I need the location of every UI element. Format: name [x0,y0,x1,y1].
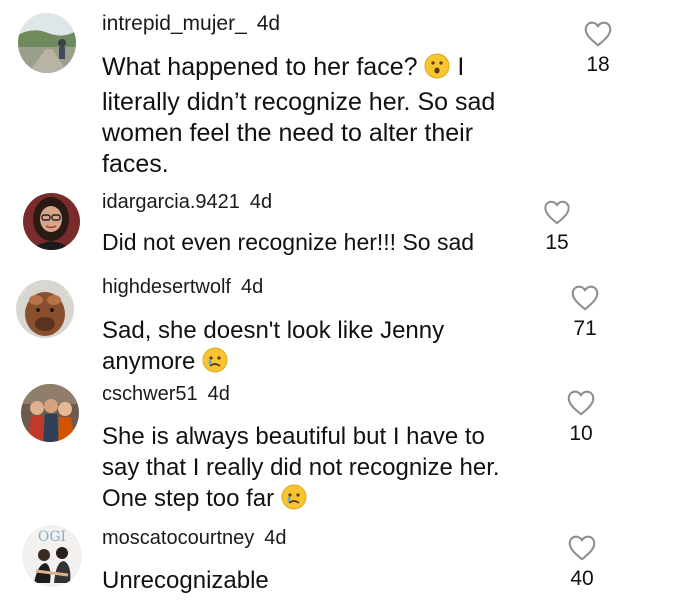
like-control[interactable]: 10 [536,389,626,446]
crying-face-emoji [202,347,228,381]
like-control[interactable]: 15 [512,199,602,255]
username-link[interactable]: cschwer51 [102,383,198,405]
timestamp: 4d [207,383,230,405]
like-control[interactable]: 18 [553,20,643,77]
like-count: 40 [570,567,594,590]
comment-item: highdesertwolf 4d Sad, she doesn't look l… [0,267,680,377]
heart-icon[interactable] [537,534,627,561]
comment-text: Sad, she doesn't look like Jenny anymore [102,315,444,381]
comment-meta: intrepid_mujer_ 4d [102,12,280,36]
timestamp: 4d [249,191,273,213]
comment-meta: moscatocourtney 4d [102,527,287,550]
avatar-text: OGI [38,529,66,545]
avatar[interactable] [18,13,76,73]
comment-text: She is always beautiful but I have to sa… [102,421,500,518]
username-link[interactable]: idargarcia.9421 [102,191,240,213]
username-link[interactable]: intrepid_mujer_ [102,12,247,35]
like-count: 71 [573,317,597,340]
timestamp: 4d [264,527,287,549]
hushed-face-emoji [424,53,450,87]
heart-icon[interactable] [536,389,626,416]
heart-icon[interactable] [553,20,643,47]
comment-meta: cschwer51 4d [102,383,230,406]
comment-item: cschwer51 4d She is always beautiful but … [0,377,680,515]
comment-text: Unrecognizable [102,567,269,594]
timestamp: 4d [256,12,281,35]
avatar[interactable] [23,193,80,250]
comment-item: idargarcia.9421 4d Did not even recognize… [0,185,680,267]
comment-text: Did not even recognize her!!! So sad [102,229,475,255]
crying-face-emoji [281,484,307,518]
heart-icon[interactable] [540,284,630,311]
avatar[interactable] [21,384,79,442]
username-link[interactable]: highdesertwolf [102,276,231,298]
like-control[interactable]: 40 [537,534,627,591]
heart-icon[interactable] [512,199,602,225]
like-control[interactable]: 71 [540,284,630,341]
avatar[interactable]: OGI [22,525,82,587]
comment-meta: idargarcia.9421 4d [102,191,272,214]
comment-item: OGI moscatocourtney 4d Unrecognizable 40 [0,515,680,600]
timestamp: 4d [240,276,264,298]
comment-text: What happened to her face? I literally d… [102,53,496,178]
comment-meta: highdesertwolf 4d [102,276,263,299]
like-count: 10 [569,422,593,445]
like-count: 15 [545,231,569,254]
username-link[interactable]: moscatocourtney [102,527,254,549]
comment-item: intrepid_mujer_ 4d What happened to her f… [0,0,680,185]
avatar[interactable] [16,280,74,338]
like-count: 18 [586,53,610,76]
